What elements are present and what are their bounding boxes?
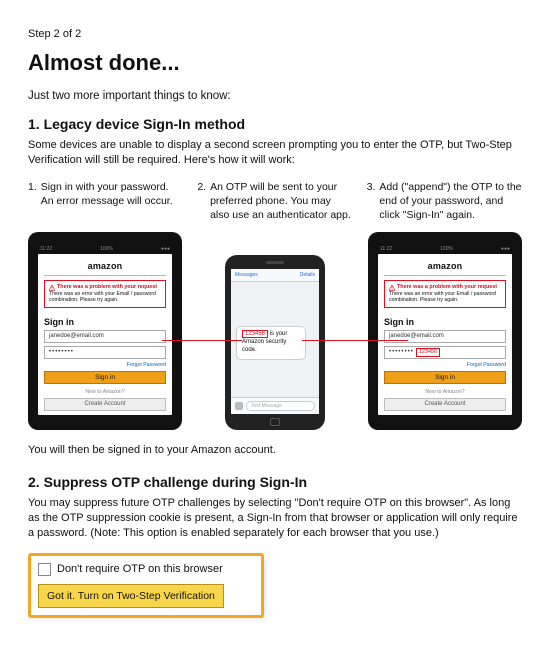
error-head-text: There was a problem with your request xyxy=(397,284,497,291)
tablet-device-2: 11:22 100% ●●● amazon There was a proble… xyxy=(368,232,522,430)
checkbox-row: Don't require OTP on this browser xyxy=(38,563,254,576)
section2-desc: You may suppress future OTP challenges b… xyxy=(28,496,522,541)
forgot-password-link: Forgot Password xyxy=(384,362,506,368)
error-heading: There was a problem with your request xyxy=(389,284,501,291)
email-value: janedoe@email.com xyxy=(389,333,444,339)
appended-otp: 123456 xyxy=(416,348,440,357)
message-input: Text Message xyxy=(246,401,315,411)
error-heading: There was a problem with your request xyxy=(49,284,161,291)
phone-screen: Messages Details 123456 is your Amazon s… xyxy=(231,269,319,414)
create-account-button: Create Account xyxy=(384,398,506,411)
phone-speaker xyxy=(266,261,284,264)
step-num: 2. xyxy=(197,180,206,223)
step-1: 1. Sign in with your password. An error … xyxy=(28,180,183,223)
section1-title: 1. Legacy device Sign-In method xyxy=(28,116,522,132)
password-field-appended: •••••••• 123456 xyxy=(384,346,506,359)
signin-heading: Sign in xyxy=(44,317,166,327)
password-field: •••••••• xyxy=(44,346,166,359)
phone-home-button xyxy=(270,418,280,426)
status-time: 11:22 xyxy=(40,246,52,252)
section1-desc: Some devices are unable to display a sec… xyxy=(28,138,522,168)
status-signal: ●●● xyxy=(161,246,170,252)
step-2: 2. An OTP will be sent to your preferred… xyxy=(197,180,352,223)
status-time: 11:22 xyxy=(380,246,392,252)
new-to-text: New to Amazon? xyxy=(44,389,166,395)
signin-button: Sign in xyxy=(384,371,506,384)
status-battery: 100% xyxy=(440,246,453,252)
status-bar: 11:22 100% ●●● xyxy=(378,246,512,252)
error-body-text: There was an error with your Email / pas… xyxy=(389,291,501,304)
page-title: Almost done... xyxy=(28,50,522,76)
sms-bubble: 123456 is your Amazon security code. xyxy=(236,326,306,359)
tablet-screen: amazon There was a problem with your req… xyxy=(38,254,172,415)
step-text: Sign in with your password. An error mes… xyxy=(41,180,184,223)
new-to-text: New to Amazon? xyxy=(384,389,506,395)
error-head-text: There was a problem with your request xyxy=(57,284,157,291)
step-indicator: Step 2 of 2 xyxy=(28,28,522,40)
warning-icon xyxy=(49,285,55,291)
phone-details-label: Details xyxy=(300,272,315,278)
warning-icon xyxy=(389,285,395,291)
error-box: There was a problem with your request Th… xyxy=(44,280,166,308)
highlight-box: Don't require OTP on this browser Got it… xyxy=(28,553,264,618)
password-dots: •••••••• xyxy=(49,349,74,355)
step-num: 1. xyxy=(28,180,37,223)
phone-input-bar: Text Message xyxy=(231,397,319,414)
section2-title: 2. Suppress OTP challenge during Sign-In xyxy=(28,474,522,490)
camera-icon xyxy=(235,402,243,410)
devices-row: 11:22 100% ●●● amazon There was a proble… xyxy=(28,232,522,430)
otp-code: 123456 xyxy=(242,330,268,338)
status-battery: 100% xyxy=(100,246,113,252)
brand-logo: amazon xyxy=(44,258,166,276)
turn-on-2sv-button[interactable]: Got it. Turn on Two-Step Verification xyxy=(38,584,224,608)
email-field: janedoe@email.com xyxy=(44,330,166,343)
step-num: 3. xyxy=(367,180,376,223)
status-signal: ●●● xyxy=(501,246,510,252)
steps-row: 1. Sign in with your password. An error … xyxy=(28,180,522,223)
tablet-screen: amazon There was a problem with your req… xyxy=(378,254,512,415)
phone-back-label: Messages xyxy=(235,272,258,278)
brand-logo: amazon xyxy=(384,258,506,276)
checkbox-label: Don't require OTP on this browser xyxy=(57,563,223,575)
tablet-device-1: 11:22 100% ●●● amazon There was a proble… xyxy=(28,232,182,430)
error-body-text: There was an error with your Email / pas… xyxy=(49,291,161,304)
otp-checkbox[interactable] xyxy=(38,563,51,576)
status-bar: 11:22 100% ●●● xyxy=(38,246,172,252)
step-text: An OTP will be sent to your preferred ph… xyxy=(210,180,353,223)
signin-heading: Sign in xyxy=(384,317,506,327)
password-dots: •••••••• xyxy=(389,349,414,355)
signin-button: Sign in xyxy=(44,371,166,384)
post-devices-text: You will then be signed in to your Amazo… xyxy=(28,444,522,456)
error-box: There was a problem with your request Th… xyxy=(384,280,506,308)
create-account-button: Create Account xyxy=(44,398,166,411)
step-text: Add ("append") the OTP to the end of you… xyxy=(379,180,522,223)
email-value: janedoe@email.com xyxy=(49,333,104,339)
step-3: 3. Add ("append") the OTP to the end of … xyxy=(367,180,522,223)
connector-line-left xyxy=(162,340,242,341)
phone-top-bar: Messages Details xyxy=(231,269,319,282)
forgot-password-link: Forgot Password xyxy=(44,362,166,368)
intro-text: Just two more important things to know: xyxy=(28,90,522,102)
connector-line-right xyxy=(302,340,408,341)
phone-device: Messages Details 123456 is your Amazon s… xyxy=(225,255,325,430)
